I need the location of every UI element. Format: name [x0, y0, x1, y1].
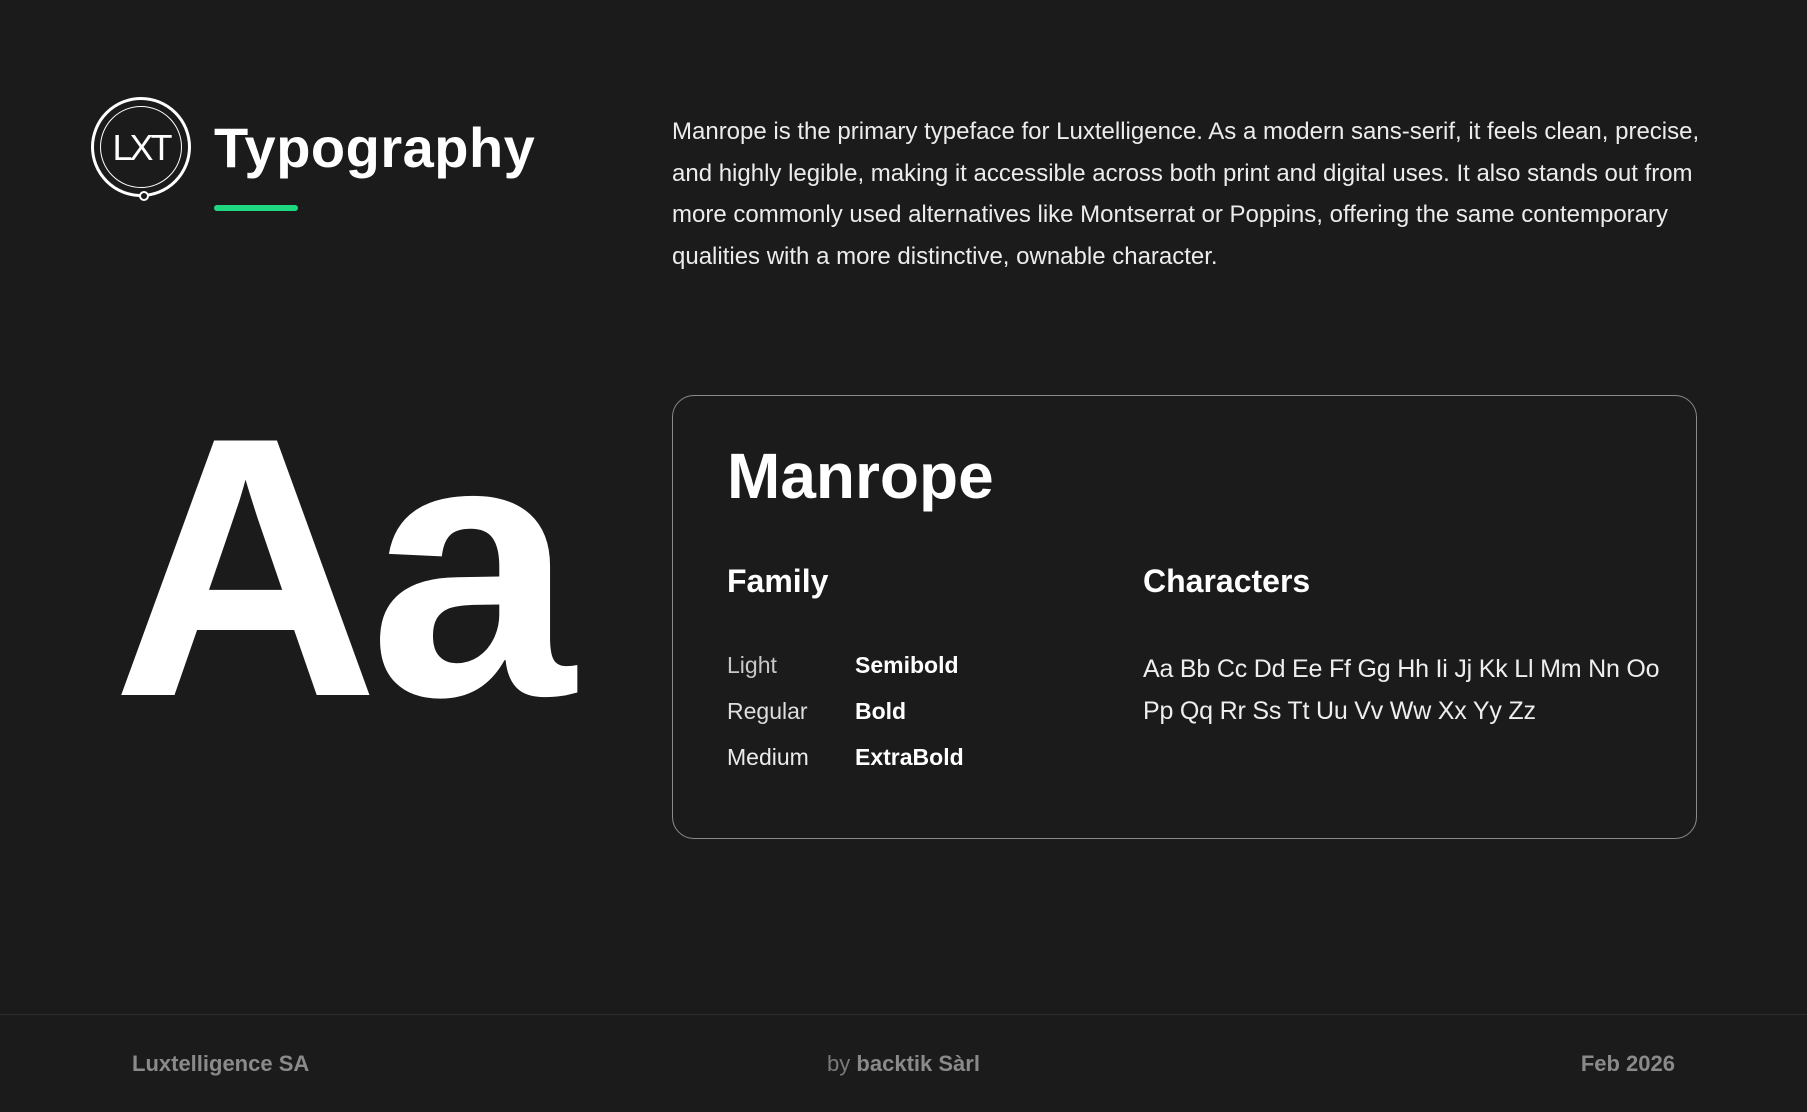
logo-text: LXT	[112, 127, 172, 168]
footer-credit: by backtik Sàrl	[0, 1049, 1807, 1079]
font-name: Manrope	[727, 440, 994, 512]
weight-bold: Bold	[855, 698, 907, 724]
character-set: Aa Bb Cc Dd Ee Ff Gg Hh Ii Jj Kk Ll Mm N…	[1143, 648, 1663, 732]
logo-notch	[139, 191, 149, 201]
footer: Luxtelligence SA by backtik Sàrl Feb 202…	[0, 1014, 1807, 1112]
footer-date: Feb 2026	[1580, 1051, 1675, 1076]
weight-light: Light	[727, 652, 777, 678]
type-specimen-glyphs: Aa	[112, 361, 575, 774]
footer-credit-prefix: by	[827, 1051, 851, 1076]
lxt-logo: LXT	[91, 97, 191, 201]
family-heading: Family	[727, 563, 829, 599]
page-title: Typography	[214, 116, 536, 179]
weight-medium: Medium	[727, 744, 809, 770]
title-accent-bar	[214, 205, 298, 211]
weight-extrabold: ExtraBold	[855, 744, 964, 770]
characters-heading: Characters	[1143, 563, 1311, 599]
character-line: Aa Bb Cc Dd Ee Ff Gg Hh Ii Jj Kk Ll Mm N…	[1143, 655, 1660, 683]
font-card: Manrope Family Characters Light Regular …	[672, 395, 1697, 839]
weight-semibold: Semibold	[855, 652, 959, 678]
intro-paragraph: Manrope is the primary typeface for Luxt…	[672, 118, 1700, 270]
character-line: Pp Qq Rr Ss Tt Uu Vv Ww Xx Yy Zz	[1143, 697, 1536, 725]
footer-credit-name: backtik Sàrl	[856, 1051, 980, 1076]
weight-regular: Regular	[727, 698, 808, 724]
